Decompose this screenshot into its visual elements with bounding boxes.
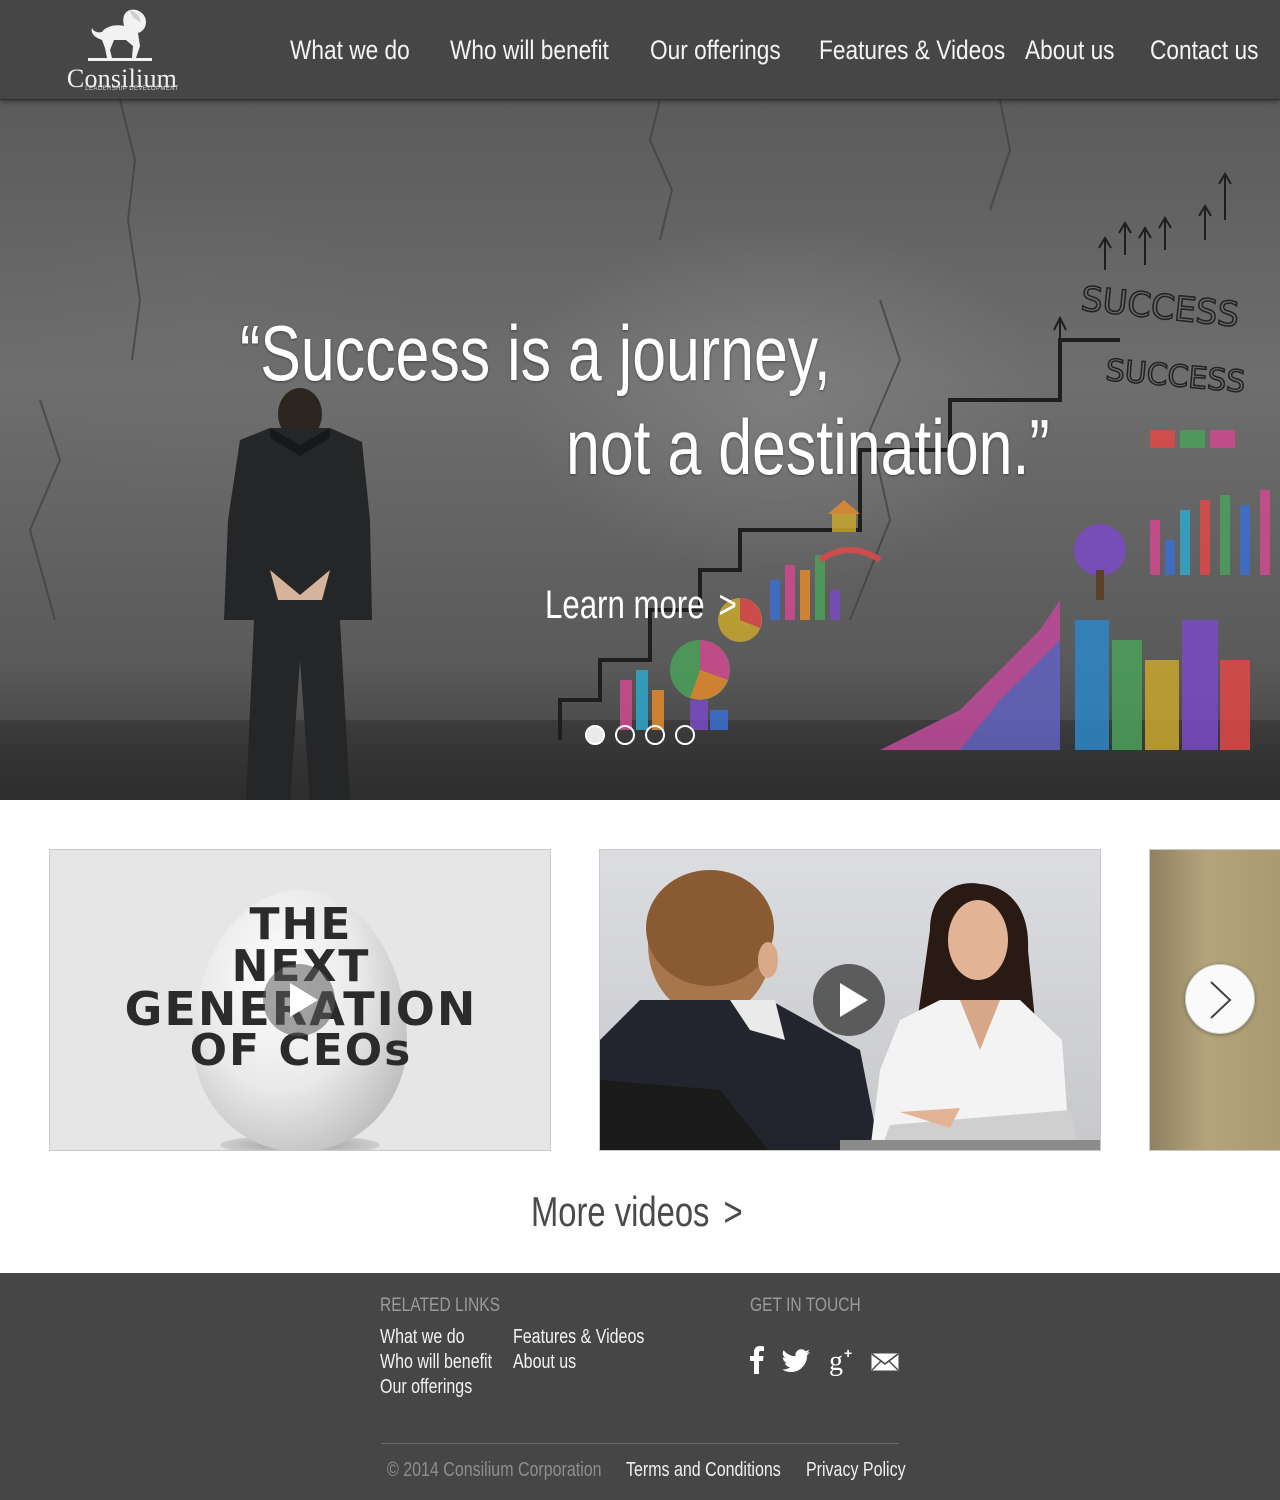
video-card-next-generation-ceos[interactable]: THE NEXT GENERATION OF CEOs: [49, 849, 551, 1151]
site-footer: RELATED LINKS What we do Who will benefi…: [0, 1273, 1280, 1500]
google-plus-icon[interactable]: g +: [829, 1346, 857, 1376]
site-header: Consilium LEADERSHIP DEVELOPMENT What we…: [0, 0, 1280, 100]
nav-about-us[interactable]: About us: [1025, 30, 1115, 70]
facebook-icon[interactable]: [750, 1346, 764, 1374]
doodle-success-1: SUCCESS: [1079, 279, 1241, 335]
nav-our-offerings[interactable]: Our offerings: [650, 30, 781, 70]
svg-text:+: +: [844, 1346, 852, 1361]
footer-link-features-videos[interactable]: Features & Videos: [513, 1326, 644, 1349]
thumb-title-line4: OF CEOs: [189, 1025, 413, 1076]
related-links-heading: RELATED LINKS: [380, 1295, 501, 1316]
footer-link-about-us[interactable]: About us: [513, 1351, 576, 1374]
footer-link-who-will-benefit[interactable]: Who will benefit: [380, 1351, 492, 1374]
hero-quote-line2: not a destination.”: [566, 403, 1050, 491]
brand-tagline: LEADERSHIP DEVELOPMENT: [85, 86, 179, 92]
nav-who-will-benefit[interactable]: Who will benefit: [450, 30, 609, 70]
twitter-icon[interactable]: [782, 1349, 810, 1377]
video-card-interview[interactable]: [599, 849, 1101, 1151]
nav-contact-us[interactable]: Contact us: [1150, 30, 1258, 70]
lion-icon: [88, 9, 152, 61]
more-videos-link[interactable]: More videos >: [531, 1186, 743, 1238]
carousel-next-button[interactable]: [1185, 964, 1255, 1034]
email-icon[interactable]: [871, 1353, 899, 1381]
doodle-success-2: SUCCESS: [1104, 353, 1246, 400]
slide-dot-1[interactable]: [585, 725, 605, 745]
more-videos-label: More videos: [531, 1188, 710, 1235]
chevron-right-icon: [1210, 981, 1232, 1019]
chevron-right-icon: >: [723, 1188, 743, 1235]
hero-slider: SUCCESS SUCCESS “Success is a journey, n…: [0, 100, 1280, 800]
footer-link-what-we-do[interactable]: What we do: [380, 1326, 464, 1349]
privacy-link[interactable]: Privacy Policy: [806, 1459, 906, 1482]
footer-link-our-offerings[interactable]: Our offerings: [380, 1376, 472, 1399]
slide-dot-3[interactable]: [645, 725, 665, 745]
slide-dot-4[interactable]: [675, 725, 695, 745]
learn-more-label: Learn more: [545, 583, 705, 627]
chevron-right-icon: >: [718, 583, 737, 627]
brand-logo[interactable]: Consilium LEADERSHIP DEVELOPMENT: [60, 6, 184, 96]
slide-dot-2[interactable]: [615, 725, 635, 745]
copyright-text: © 2014 Consilium Corporation: [387, 1459, 602, 1481]
learn-more-link[interactable]: Learn more >: [545, 580, 737, 630]
nav-what-we-do[interactable]: What we do: [290, 30, 410, 70]
hero-quote-line1: “Success is a journey,: [240, 309, 831, 397]
terms-link[interactable]: Terms and Conditions: [626, 1459, 781, 1482]
play-icon[interactable]: [813, 964, 885, 1036]
thumb-title-line1: THE: [249, 899, 353, 950]
svg-text:g: g: [829, 1346, 843, 1376]
play-icon[interactable]: [263, 964, 335, 1036]
get-in-touch-heading: GET IN TOUCH: [750, 1295, 861, 1316]
man-silhouette: [224, 388, 372, 800]
nav-features-videos[interactable]: Features & Videos: [819, 30, 1005, 70]
footer-divider: [381, 1443, 899, 1444]
